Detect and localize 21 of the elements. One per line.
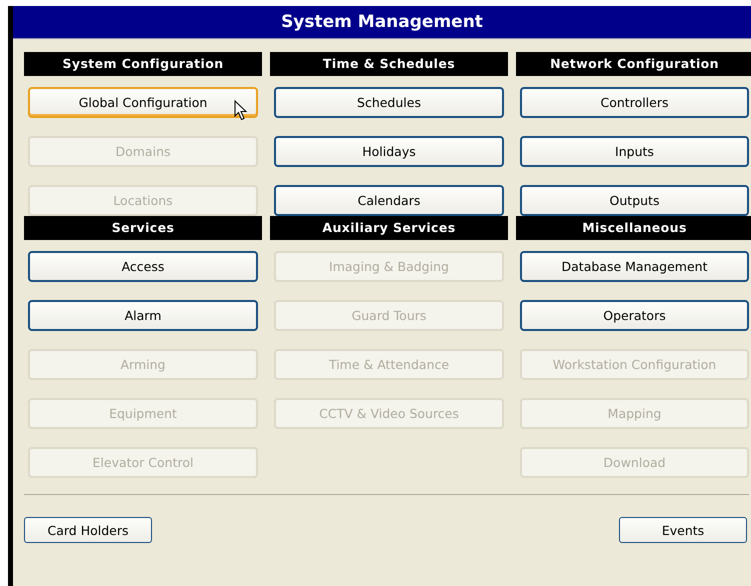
footer-button[interactable]: Events	[619, 517, 747, 543]
menu-button[interactable]: Operators	[520, 300, 749, 331]
menu-button[interactable]: Global Configuration	[28, 87, 258, 118]
menu-button[interactable]: Schedules	[274, 87, 504, 118]
menu-button[interactable]: Access	[28, 251, 258, 282]
section-header: Network Configuration	[516, 52, 751, 76]
footer-button[interactable]: Card Holders	[24, 517, 152, 543]
section-header: System Configuration	[24, 52, 262, 76]
menu-button[interactable]: Outputs	[520, 185, 749, 216]
menu-button[interactable]: Controllers	[520, 87, 749, 118]
section-header: Services	[24, 216, 262, 240]
menu-button[interactable]: Database Management	[520, 251, 749, 282]
section-header: Miscellaneous	[516, 216, 751, 240]
section-header: Time & Schedules	[270, 52, 508, 76]
menu-button[interactable]: Holidays	[274, 136, 504, 167]
window-title: System Management	[13, 6, 751, 39]
menu-button[interactable]: Inputs	[520, 136, 749, 167]
cursor-icon	[234, 100, 248, 121]
menu-button[interactable]: Calendars	[274, 185, 504, 216]
menu-button[interactable]: Alarm	[28, 300, 258, 331]
section-header: Auxiliary Services	[270, 216, 508, 240]
